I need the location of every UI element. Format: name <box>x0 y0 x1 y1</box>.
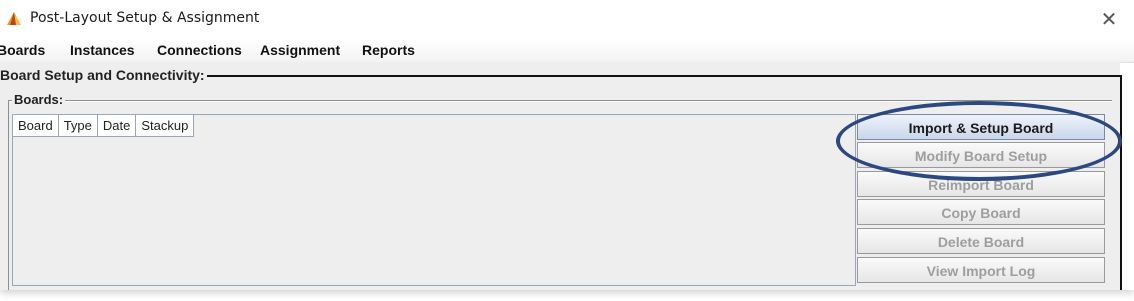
app-logo-icon <box>7 12 21 25</box>
delete-board-button[interactable]: Delete Board <box>857 228 1105 254</box>
boards-group-border <box>8 100 1112 102</box>
import-setup-board-button[interactable]: Import & Setup Board <box>857 114 1105 140</box>
menu-boards[interactable]: Boards <box>0 42 45 58</box>
panel-right-border <box>1120 75 1122 290</box>
boards-table[interactable]: Board Type Date Stackup <box>12 114 856 286</box>
menu-bar: Boards Instances Connections Assignment … <box>0 38 1134 63</box>
table-header: Board Type Date Stackup <box>13 115 195 137</box>
boards-group-left-border <box>8 100 9 290</box>
panel-title: Board Setup and Connectivity: <box>0 67 207 83</box>
column-header-date[interactable]: Date <box>97 115 137 137</box>
column-header-board[interactable]: Board <box>13 115 59 137</box>
menu-reports[interactable]: Reports <box>362 42 415 58</box>
modify-board-setup-button[interactable]: Modify Board Setup <box>857 142 1105 168</box>
reimport-board-button[interactable]: Reimport Board <box>857 171 1105 197</box>
menu-instances[interactable]: Instances <box>70 42 135 58</box>
column-header-stackup[interactable]: Stackup <box>136 115 195 137</box>
window-title: Post-Layout Setup & Assignment <box>30 10 260 26</box>
close-button[interactable]: ✕ <box>1096 7 1122 31</box>
copy-board-button[interactable]: Copy Board <box>857 199 1105 225</box>
menu-assignment[interactable]: Assignment <box>260 42 340 58</box>
view-import-log-button[interactable]: View Import Log <box>857 257 1105 283</box>
title-bar: Post-Layout Setup & Assignment ✕ <box>0 0 1134 36</box>
boards-group-title: Boards: <box>12 92 66 107</box>
menu-connections[interactable]: Connections <box>157 42 242 58</box>
column-header-type[interactable]: Type <box>58 115 98 137</box>
